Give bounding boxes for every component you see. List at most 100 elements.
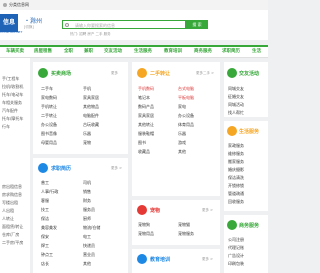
link-item[interactable]: 公司注册 bbox=[228, 237, 244, 243]
left-item[interactable]: 托车/摩托车 bbox=[2, 116, 23, 122]
hot-keywords[interactable]: 热门: 招聘 房产 二手 服务 bbox=[70, 32, 111, 37]
left-item[interactable]: 拉机/收割机 bbox=[2, 84, 23, 90]
link-item[interactable]: 其他物品 bbox=[83, 104, 99, 110]
left-item[interactable]: 面租赁/转让 bbox=[2, 224, 23, 230]
link-item[interactable]: 宠物用品 bbox=[138, 231, 154, 237]
link-item[interactable]: 办公设备 bbox=[178, 113, 194, 119]
link-item[interactable]: 手机数码 bbox=[138, 86, 154, 92]
nav-item-parttime[interactable]: 兼职 bbox=[84, 48, 93, 56]
link-item[interactable]: 司机 bbox=[83, 180, 91, 186]
link-item[interactable]: 二手车 bbox=[41, 86, 53, 92]
link-item[interactable]: 宠物 bbox=[83, 140, 91, 146]
left-item[interactable]: 写楼出租 bbox=[2, 200, 18, 206]
link-item[interactable]: 手机转让 bbox=[41, 104, 57, 110]
link-item[interactable]: 普工 bbox=[41, 180, 49, 186]
nav-item-resume[interactable]: 求职简历 bbox=[222, 48, 240, 56]
link-item[interactable]: 图书音像 bbox=[41, 131, 57, 137]
left-item[interactable]: 托车/电动车 bbox=[2, 92, 23, 98]
left-item[interactable]: 车相关服务 bbox=[2, 100, 22, 106]
link-item[interactable]: 服装鞋帽 bbox=[138, 131, 154, 137]
link-item[interactable]: 保安 bbox=[41, 234, 49, 240]
nav-item-more[interactable]: 生活 bbox=[252, 48, 261, 56]
link-item[interactable]: 婚庆摄影 bbox=[228, 167, 244, 173]
link-item[interactable]: 搬家服务 bbox=[228, 159, 244, 165]
link-item[interactable]: 开锁修锁 bbox=[228, 183, 244, 189]
link-item[interactable]: 宠物猫 bbox=[178, 222, 190, 228]
link-item[interactable]: 电脑配件 bbox=[83, 113, 99, 119]
link-item[interactable]: 台式电脑 bbox=[178, 86, 194, 92]
card-more-link[interactable]: 更多二手 > bbox=[196, 71, 214, 76]
nav-item-life[interactable]: 生活服务 bbox=[134, 48, 152, 56]
link-item[interactable]: 手机 bbox=[83, 86, 91, 92]
link-item[interactable]: 销售 bbox=[83, 189, 91, 195]
left-item[interactable]: 二手房/平房 bbox=[2, 240, 23, 246]
link-item[interactable]: 店长 bbox=[41, 261, 49, 267]
link-item[interactable]: 其他 bbox=[178, 149, 186, 155]
left-item[interactable]: 人出租 bbox=[2, 208, 14, 214]
link-item[interactable]: 同城交友 bbox=[228, 86, 244, 92]
card-more-link[interactable]: 更多 > bbox=[111, 166, 122, 171]
link-item[interactable]: 广告设计 bbox=[228, 253, 244, 259]
card-more-link[interactable]: 更多 > bbox=[202, 208, 213, 213]
link-item[interactable]: 维修服务 bbox=[228, 151, 244, 157]
link-item[interactable]: 找人帮忙 bbox=[228, 110, 244, 116]
nav-item-fulltime[interactable]: 全职 bbox=[64, 48, 73, 56]
browser-tab[interactable]: 分类信息网 bbox=[3, 2, 29, 8]
card-more-link[interactable]: 更多 bbox=[111, 71, 118, 76]
link-item[interactable]: 平板电脑 bbox=[178, 95, 194, 101]
link-item[interactable]: 宠物服务 bbox=[178, 231, 194, 237]
link-item[interactable]: 数码产品 bbox=[138, 104, 154, 110]
link-item[interactable]: 技工 bbox=[41, 207, 49, 213]
link-item[interactable]: 家电数码 bbox=[41, 95, 57, 101]
link-item[interactable]: 回收服务 bbox=[228, 199, 244, 205]
link-item[interactable]: 家电 bbox=[178, 104, 186, 110]
nav-item-edu[interactable]: 教育培训 bbox=[164, 48, 182, 56]
link-item[interactable]: 体育用品 bbox=[178, 122, 194, 128]
link-item[interactable]: 财务 bbox=[83, 198, 91, 204]
link-item[interactable]: 客服 bbox=[41, 198, 49, 204]
left-item[interactable]: 仓库/厂房 bbox=[2, 232, 19, 238]
link-item[interactable]: 乐器 bbox=[83, 131, 91, 137]
nav-item-housing[interactable]: 房屋租售 bbox=[34, 48, 52, 56]
left-item[interactable]: 房求购信息 bbox=[2, 192, 22, 198]
link-item[interactable]: 焊工 bbox=[41, 243, 49, 249]
link-item[interactable]: 乐器 bbox=[178, 131, 186, 137]
nav-item-vehicles[interactable]: 车辆买卖 bbox=[6, 48, 24, 56]
left-item[interactable]: 人转让 bbox=[2, 216, 14, 222]
link-item[interactable]: 图书 bbox=[138, 140, 146, 146]
search-button[interactable]: 搜 索 bbox=[186, 20, 208, 29]
link-item[interactable]: 二手转让 bbox=[41, 113, 57, 119]
link-item[interactable]: 宠物狗 bbox=[138, 222, 150, 228]
link-item[interactable]: 母婴用品 bbox=[41, 140, 57, 146]
link-item[interactable]: 代理记账 bbox=[228, 245, 244, 251]
link-item[interactable]: 征婚交友 bbox=[228, 94, 244, 100]
link-item[interactable]: 保洁清洗 bbox=[228, 175, 244, 181]
link-item[interactable]: 游戏 bbox=[178, 140, 186, 146]
search-input[interactable]: 请输入你要搜索的信息 bbox=[62, 20, 186, 29]
link-item[interactable]: 电工 bbox=[83, 234, 91, 240]
link-item[interactable]: 美容美发 bbox=[41, 225, 57, 231]
link-item[interactable]: 物流/仓储 bbox=[83, 225, 100, 231]
link-item[interactable]: 家政服务 bbox=[228, 143, 244, 149]
link-item[interactable]: 家具家居 bbox=[83, 95, 99, 101]
link-item[interactable]: 快递员 bbox=[83, 243, 95, 249]
link-item[interactable]: 人事/行政 bbox=[41, 189, 58, 195]
nav-item-business[interactable]: 商务服务 bbox=[194, 48, 212, 56]
left-item[interactable]: 行车 bbox=[2, 124, 10, 130]
link-item[interactable]: 办公设备 bbox=[41, 122, 57, 128]
link-item[interactable]: 营业员 bbox=[83, 252, 95, 258]
link-item[interactable]: 其他 bbox=[83, 261, 91, 267]
link-item[interactable]: 保洁 bbox=[41, 216, 49, 222]
link-item[interactable]: 收藏品 bbox=[138, 149, 150, 155]
left-item[interactable]: 房出租信息 bbox=[2, 184, 22, 190]
city-switch-link[interactable]: [切换] bbox=[24, 25, 34, 30]
link-item[interactable]: 家具家居 bbox=[138, 113, 154, 119]
left-item[interactable]: 手/工程车 bbox=[2, 76, 19, 82]
link-item[interactable]: 管道疏通 bbox=[228, 191, 244, 197]
link-item[interactable]: 古玩收藏 bbox=[83, 122, 99, 128]
link-item[interactable]: 厨师 bbox=[83, 216, 91, 222]
link-item[interactable]: 钟点工 bbox=[41, 252, 53, 258]
link-item[interactable]: 印刷包装 bbox=[228, 261, 244, 267]
card-more-link[interactable]: 更多 > bbox=[202, 257, 213, 262]
link-item[interactable]: 笔记本 bbox=[138, 95, 150, 101]
